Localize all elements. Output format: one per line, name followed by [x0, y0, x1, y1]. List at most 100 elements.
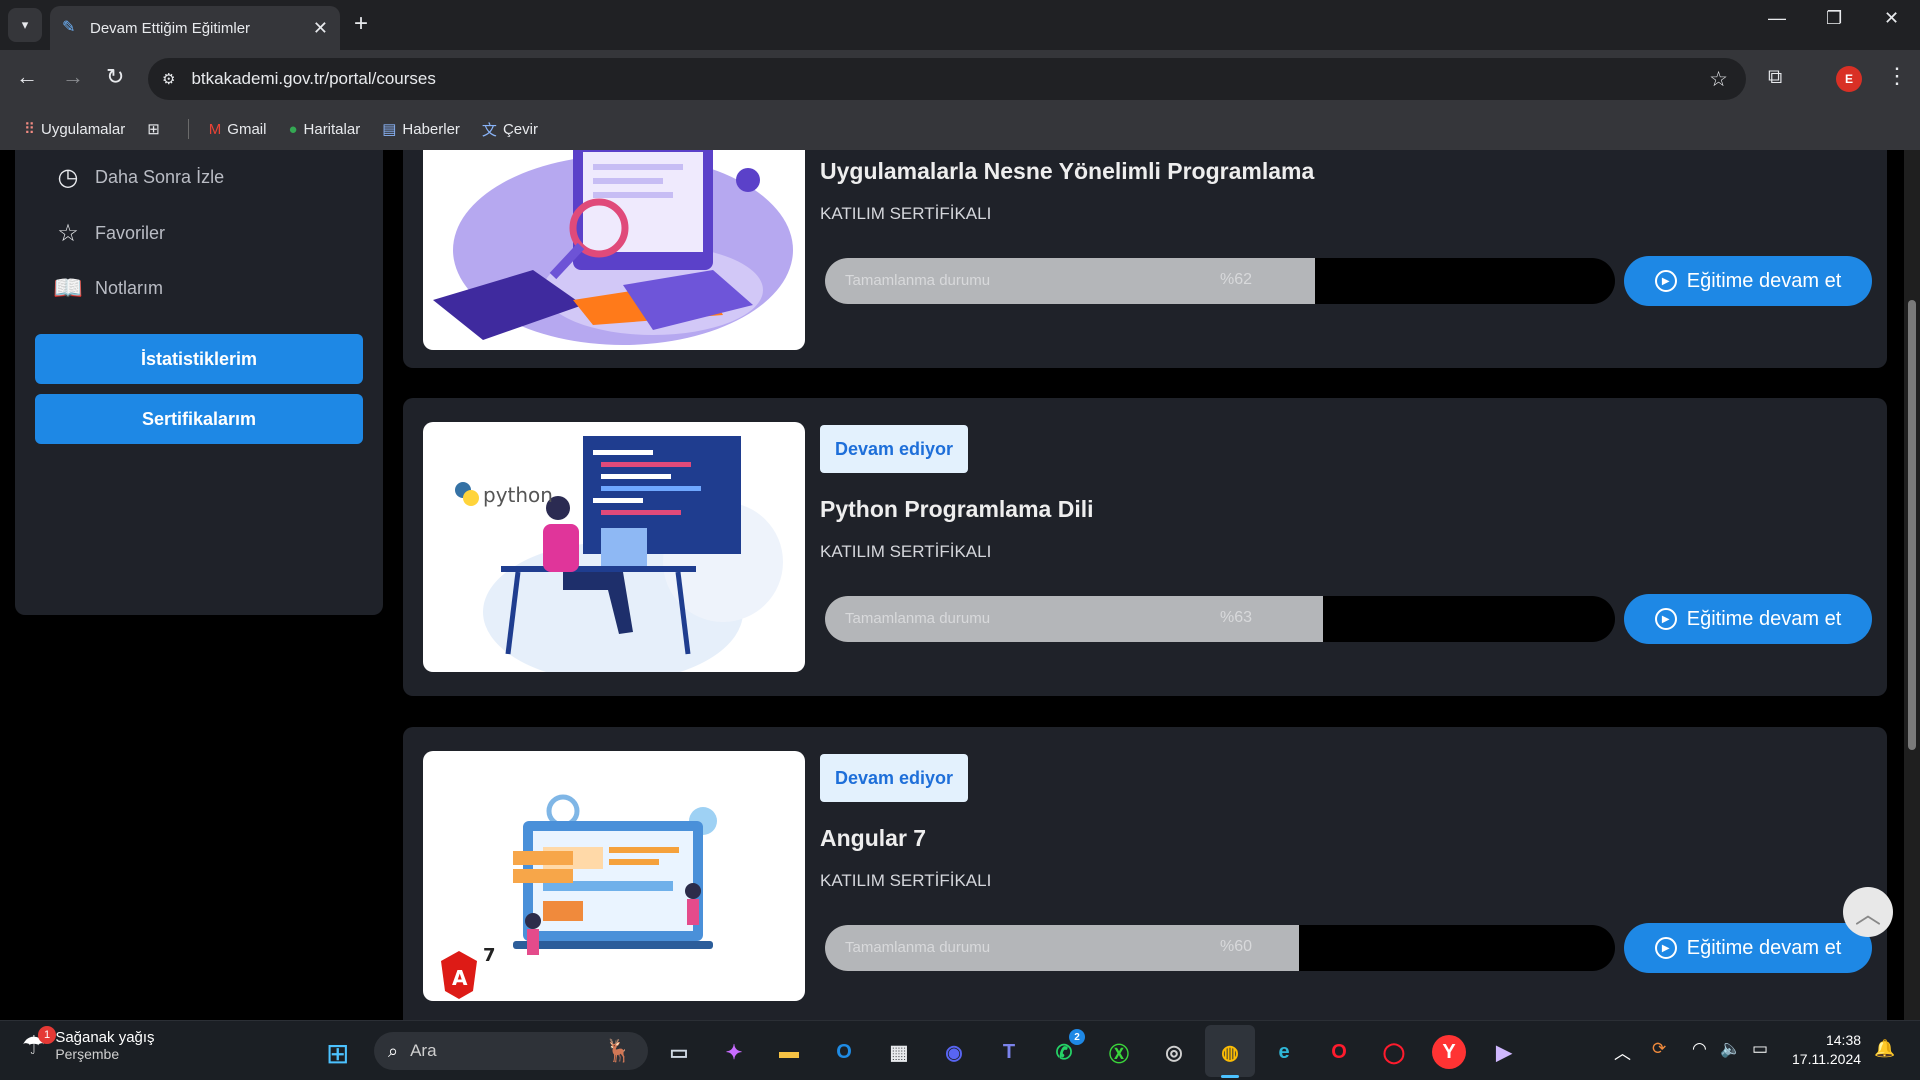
- course-certificate-type: KATILIM SERTİFİKALI: [820, 204, 992, 223]
- system-clock[interactable]: 14:38 17.11.2024: [1792, 1031, 1861, 1069]
- page-scrollbar[interactable]: [1904, 150, 1920, 1020]
- status-badge: Devam ediyor: [820, 754, 968, 802]
- apps-grid-icon: ⠿: [24, 121, 35, 138]
- discord-icon[interactable]: ◉: [937, 1035, 971, 1069]
- course-title[interactable]: Python Programlama Dili: [820, 496, 1094, 523]
- edge-icon[interactable]: e: [1267, 1035, 1301, 1069]
- close-tab-icon[interactable]: ✕: [313, 18, 328, 39]
- opera-icon[interactable]: O: [1322, 1035, 1356, 1069]
- certificates-button[interactable]: Sertifikalarım: [35, 394, 363, 444]
- status-badge: Devam ediyor: [820, 425, 968, 473]
- progress-label: Tamamlanma durumu: [845, 272, 991, 289]
- obs-icon[interactable]: ◎: [1157, 1035, 1191, 1069]
- continue-course-button[interactable]: ▶ Eğitime devam et: [1624, 594, 1872, 644]
- profile-avatar[interactable]: E: [1836, 66, 1862, 92]
- back-icon[interactable]: ←: [16, 64, 38, 90]
- bookmark-translate[interactable]: 文 Çevir: [482, 119, 538, 140]
- python-word: python: [483, 483, 553, 507]
- python-illustration: python: [455, 436, 783, 672]
- course-thumbnail[interactable]: [423, 150, 805, 350]
- bookmark-separator: [187, 119, 189, 139]
- continue-course-button[interactable]: ▶ Eğitime devam et: [1624, 923, 1872, 973]
- tab-search-button[interactable]: ▾: [8, 8, 42, 42]
- course-card: python Devam ediyor Python Programlama D…: [403, 398, 1887, 696]
- close-window-icon[interactable]: ✕: [1884, 8, 1899, 29]
- file-explorer-icon[interactable]: ▬: [772, 1035, 806, 1069]
- continue-course-button[interactable]: ▶ Eğitime devam et: [1624, 256, 1872, 306]
- sidebar-item-notes[interactable]: 📖 Notlarım: [53, 274, 163, 302]
- task-view-icon[interactable]: ▭: [662, 1035, 696, 1069]
- yandex-icon[interactable]: Y: [1432, 1035, 1466, 1069]
- chevron-down-icon: ▾: [21, 17, 29, 32]
- windows-start-icon[interactable]: ⊞: [326, 1037, 349, 1070]
- clock-icon: ◷: [57, 163, 79, 191]
- minimize-icon[interactable]: —: [1768, 8, 1786, 29]
- battery-icon[interactable]: ▭: [1752, 1039, 1768, 1059]
- angular-version: 7: [483, 945, 496, 966]
- search-icon: ⌕: [388, 1040, 399, 1061]
- search-highlight-deer-icon: 🦌: [604, 1038, 632, 1063]
- weather-widget[interactable]: ☂ 1 Sağanak yağış Perşembe: [22, 1026, 155, 1062]
- tab-groups-button[interactable]: ⊞: [147, 120, 166, 138]
- course-thumbnail[interactable]: A 7: [423, 751, 805, 1001]
- sidebar-item-watch-later[interactable]: ◷ Daha Sonra İzle: [55, 163, 225, 191]
- play-circle-icon: ▶: [1654, 608, 1677, 630]
- restore-icon[interactable]: ❐: [1826, 8, 1842, 29]
- volume-icon[interactable]: 🔈: [1720, 1039, 1741, 1059]
- news-icon: ▤: [382, 121, 397, 138]
- sidebar-item-label: Daha Sonra İzle: [95, 166, 225, 187]
- sidebar: ◷ Daha Sonra İzle ☆ Favoriler 📖 Notlarım…: [15, 150, 383, 615]
- statistics-button[interactable]: İstatistiklerim: [35, 334, 363, 384]
- xbox-icon[interactable]: Ⓧ: [1102, 1035, 1136, 1069]
- rain-umbrella-icon: ☂ 1: [22, 1026, 56, 1061]
- reload-icon[interactable]: ↻: [106, 64, 124, 90]
- bookmark-maps[interactable]: ● Haritalar: [288, 121, 360, 138]
- outlook-icon[interactable]: O: [827, 1035, 861, 1069]
- site-info-icon[interactable]: ⚙: [162, 70, 175, 88]
- windows-taskbar: ☂ 1 Sağanak yağış Perşembe ⊞ ⌕ Ara 🦌 ▭ ✦ …: [0, 1020, 1920, 1080]
- course-progress-bar: Tamamlanma durumu %62: [825, 258, 1615, 304]
- sidebar-item-favorites[interactable]: ☆ Favoriler: [55, 220, 166, 247]
- course-card: Uygulamalarla Nesne Yönelimli Programlam…: [403, 150, 1887, 368]
- weather-title: Sağanak yağış: [55, 1029, 155, 1046]
- bookmark-apps[interactable]: ⠿ Uygulamalar: [24, 120, 125, 139]
- chevron-up-icon: ︿: [1854, 898, 1881, 929]
- microsoft-store-icon[interactable]: ▦: [882, 1035, 916, 1069]
- media-player-icon[interactable]: ▶: [1487, 1035, 1521, 1069]
- sidebar-item-label: Favoriler: [95, 222, 166, 243]
- scroll-to-top-button[interactable]: ︿: [1843, 887, 1893, 937]
- bookmark-news[interactable]: ▤ Haberler: [382, 120, 460, 139]
- notification-bell-icon[interactable]: 🔔: [1874, 1039, 1895, 1059]
- bookmark-star-icon[interactable]: ☆: [1709, 67, 1728, 92]
- course-title[interactable]: Angular 7: [820, 825, 926, 852]
- course-certificate-type: KATILIM SERTİFİKALI: [820, 542, 992, 561]
- more-menu-icon[interactable]: ⋮: [1886, 63, 1908, 89]
- wifi-icon[interactable]: ◠: [1692, 1039, 1707, 1059]
- course-thumbnail[interactable]: python: [423, 422, 805, 672]
- scrollbar-thumb[interactable]: [1908, 300, 1916, 750]
- weather-day: Perşembe: [55, 1046, 120, 1062]
- opera-gx-icon[interactable]: ◯: [1377, 1035, 1411, 1069]
- btk-favicon-icon: ✎: [62, 19, 76, 36]
- book-icon: 📖: [53, 274, 83, 302]
- tray-overflow-chevron-icon[interactable]: ︿: [1614, 1039, 1631, 1064]
- weather-notification-badge: 1: [38, 1026, 56, 1044]
- forward-icon[interactable]: →: [62, 64, 84, 90]
- bookmark-gmail[interactable]: M Gmail: [209, 121, 267, 138]
- course-title[interactable]: Uygulamalarla Nesne Yönelimli Programlam…: [820, 158, 1314, 185]
- url-text[interactable]: btkakademi.gov.tr/portal/courses: [191, 69, 435, 89]
- sync-icon[interactable]: ⟳: [1652, 1039, 1666, 1059]
- oop-illustration: [433, 150, 793, 345]
- taskbar-search[interactable]: ⌕ Ara 🦌: [374, 1032, 648, 1070]
- whatsapp-icon[interactable]: ✆ 2: [1047, 1029, 1085, 1069]
- active-tab[interactable]: ✎ Devam Ettiğim Eğitimler ✕: [50, 6, 340, 50]
- tab-strip: ▾ ✎ Devam Ettiğim Eğitimler ✕ + — ❐ ✕: [0, 0, 1920, 50]
- new-tab-button[interactable]: +: [354, 10, 368, 38]
- teams-icon[interactable]: T: [992, 1035, 1026, 1069]
- extensions-icon[interactable]: ⧉: [1768, 66, 1782, 89]
- gmail-icon: M: [208, 120, 222, 138]
- address-bar[interactable]: ⚙ btkakademi.gov.tr/portal/courses ☆: [148, 58, 1746, 100]
- chrome-icon[interactable]: ◍: [1213, 1035, 1247, 1069]
- progress-percent: %62: [1220, 271, 1253, 288]
- copilot-icon[interactable]: ✦: [717, 1035, 751, 1069]
